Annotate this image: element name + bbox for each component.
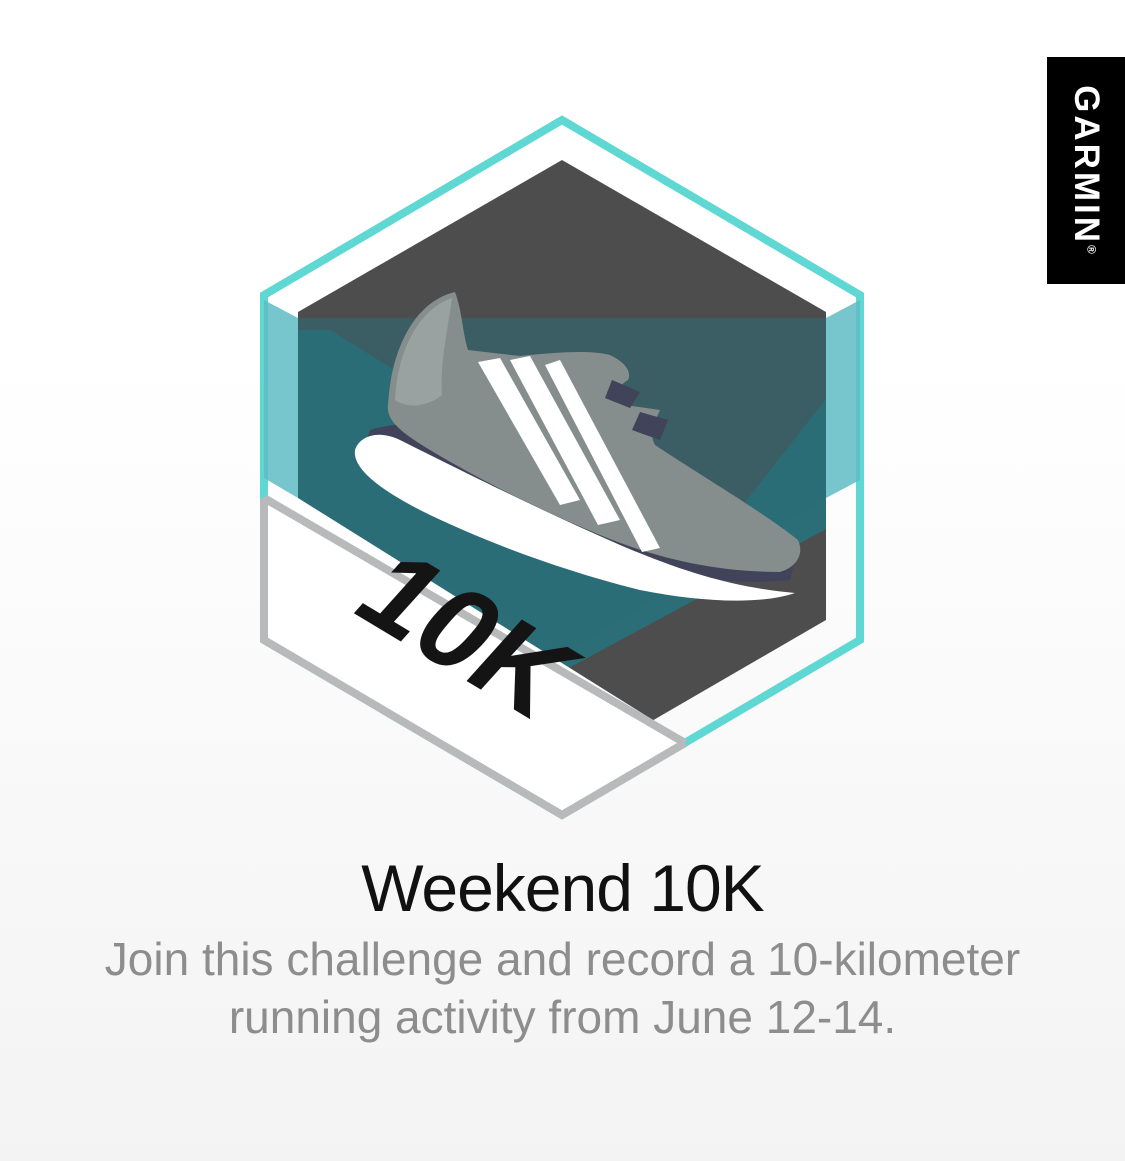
challenge-title: Weekend 10K: [361, 851, 764, 925]
challenge-description: Join this challenge and record a 10-kilo…: [104, 933, 1021, 1043]
